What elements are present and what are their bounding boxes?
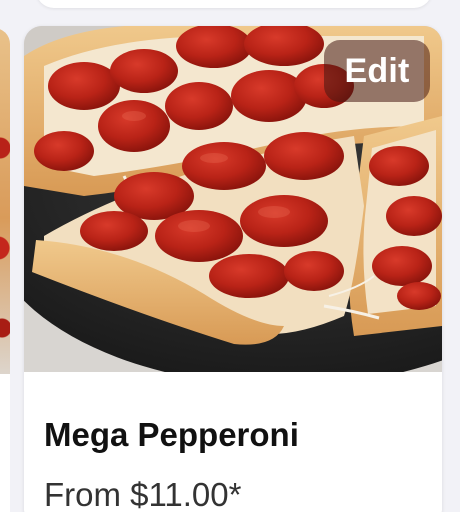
menu-grid: Edit Mega Pepperoni From $11.00*	[0, 0, 460, 512]
product-title: Mega Pepperoni	[44, 416, 299, 453]
product-info: Mega Pepperoni From $11.00*	[24, 372, 442, 512]
product-card[interactable]: Edit Mega Pepperoni From $11.00*	[24, 26, 442, 512]
adjacent-card-info-edge	[0, 374, 10, 512]
pizza-photo[interactable]: Edit	[24, 26, 442, 372]
edit-button[interactable]: Edit	[324, 40, 430, 102]
previous-card-edge	[36, 0, 432, 8]
product-price: From $11.00*	[44, 476, 242, 512]
adjacent-card-image-edge[interactable]	[0, 28, 10, 374]
